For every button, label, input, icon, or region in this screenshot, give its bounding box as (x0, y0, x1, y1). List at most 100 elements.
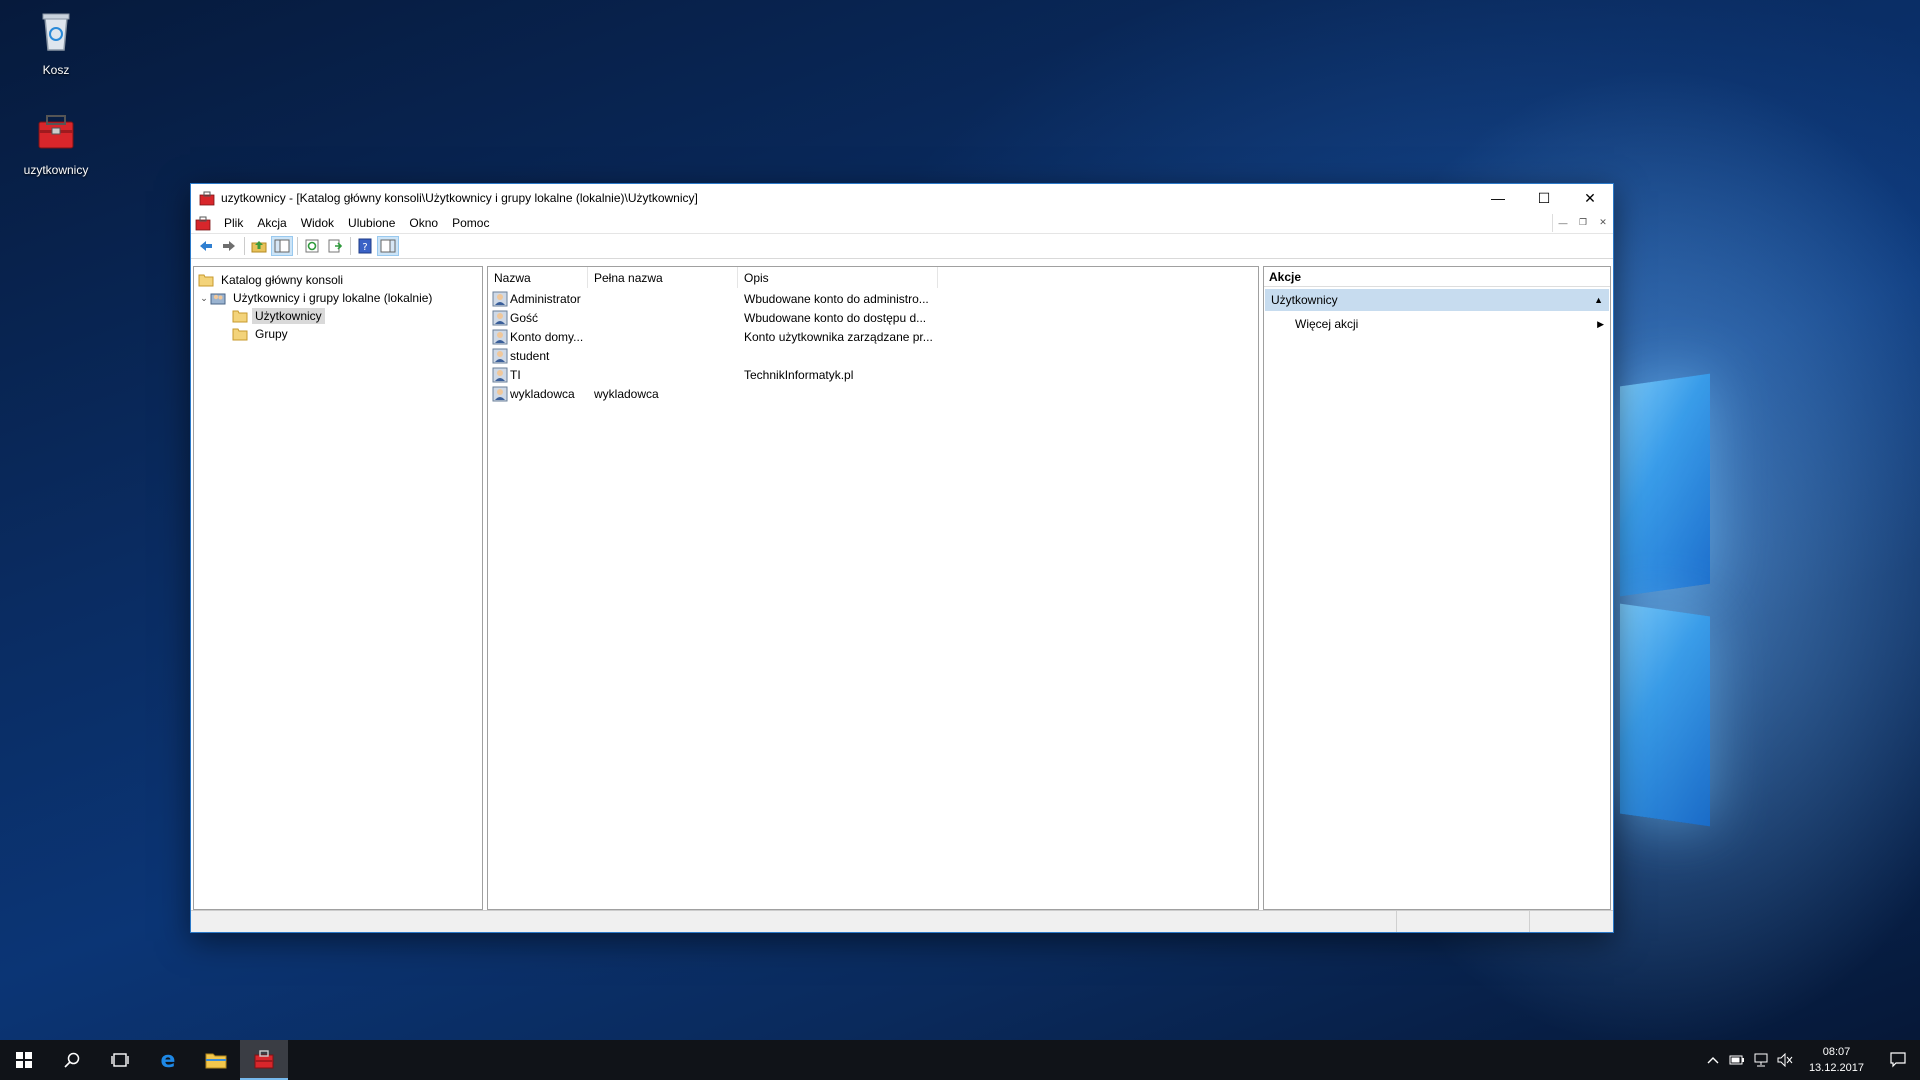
chevron-down-icon[interactable]: ⌄ (198, 293, 210, 304)
network-icon (1754, 1053, 1768, 1067)
taskbar-uzytkownicy-button[interactable] (240, 1040, 288, 1080)
toolbox-icon (38, 115, 74, 149)
network-icon[interactable] (1749, 1040, 1773, 1080)
menu-plik[interactable]: Plik (217, 212, 250, 234)
cell-name: Gość (510, 310, 539, 325)
up-level-button[interactable] (248, 236, 270, 256)
minimize-button[interactable]: — (1475, 184, 1521, 212)
table-row[interactable]: Administrator Wbudowane konto do adminis… (488, 289, 1258, 308)
action-more-actions[interactable]: Więcej akcji ▶ (1264, 313, 1610, 335)
user-icon (492, 386, 508, 401)
user-icon (492, 348, 508, 363)
cell-name: wykladowca (510, 386, 575, 401)
toolbox-icon (199, 191, 215, 206)
actions-section-label: Użytkownicy (1271, 293, 1338, 307)
back-button[interactable] (195, 236, 217, 256)
menu-bar: Plik Akcja Widok Ulubione Okno Pomoc — ❐… (191, 212, 1613, 234)
svg-text:e: e (161, 1049, 176, 1071)
actions-section-uzytkownicy[interactable]: Użytkownicy ▲ (1265, 289, 1609, 311)
menu-okno[interactable]: Okno (402, 212, 445, 234)
clock-date: 13.12.2017 (1808, 1062, 1864, 1074)
battery-icon[interactable] (1725, 1040, 1749, 1080)
arrow-left-icon (200, 241, 212, 251)
mdi-close-button[interactable]: ✕ (1593, 214, 1613, 232)
mmc-window: uzytkownicy - [Katalog główny konsoli\Uż… (190, 183, 1614, 933)
search-icon (64, 1052, 80, 1068)
start-button[interactable] (0, 1040, 48, 1080)
chevron-up-icon (1707, 1057, 1719, 1064)
user-icon (492, 367, 508, 382)
desktop-icon-label: uzytkownicy (23, 163, 89, 177)
show-hide-tree-button[interactable] (271, 236, 293, 256)
column-header-opis[interactable]: Opis (738, 267, 938, 288)
folder-icon (198, 274, 214, 287)
result-list: Nazwa Pełna nazwa Opis Administrator Wbu… (487, 266, 1259, 910)
menu-pomoc[interactable]: Pomoc (445, 212, 496, 234)
table-row[interactable]: student (488, 346, 1258, 365)
mdi-minimize-button[interactable]: — (1553, 214, 1573, 232)
search-button[interactable] (48, 1040, 96, 1080)
tree-item-local-users-groups[interactable]: ⌄ Użytkownicy i grupy lokalne (lokalnie) (194, 289, 482, 307)
maximize-button[interactable]: ☐ (1521, 184, 1567, 212)
collapse-up-icon[interactable]: ▲ (1594, 295, 1603, 305)
show-hide-action-pane-button[interactable] (377, 236, 399, 256)
close-button[interactable]: ✕ (1567, 184, 1613, 212)
refresh-icon (305, 239, 319, 253)
edge-button[interactable]: e (144, 1040, 192, 1080)
actions-header: Akcje (1264, 267, 1610, 287)
toolbox-icon (254, 1050, 274, 1069)
folder-icon (232, 310, 248, 323)
user-icon (492, 329, 508, 344)
help-button[interactable]: ? (354, 236, 376, 256)
refresh-button[interactable] (301, 236, 323, 256)
table-row[interactable]: wykladowca wykladowca (488, 384, 1258, 403)
column-header-nazwa[interactable]: Nazwa (488, 267, 588, 288)
user-icon (492, 291, 508, 306)
window-titlebar[interactable]: uzytkownicy - [Katalog główny konsoli\Uż… (191, 184, 1613, 212)
column-header-pelna-nazwa[interactable]: Pełna nazwa (588, 267, 738, 288)
taskbar: e 08:07 13.12.2017 (0, 1040, 1920, 1080)
tree-item-grupy[interactable]: Grupy (194, 325, 482, 343)
volume-muted-icon[interactable] (1773, 1040, 1797, 1080)
chevron-right-icon: ▶ (1597, 318, 1604, 329)
show-hidden-icons-button[interactable] (1701, 1040, 1725, 1080)
desktop-icon-recycle-bin[interactable]: Kosz (11, 8, 101, 77)
cell-description: Wbudowane konto do administro... (744, 291, 929, 306)
windows-wallpaper-logo (1600, 360, 1920, 840)
actions-pane: Akcje Użytkownicy ▲ Więcej akcji ▶ (1263, 266, 1611, 910)
cell-name: TI (510, 367, 521, 382)
system-tray: 08:07 13.12.2017 (1701, 1040, 1920, 1080)
tree-item-label: Katalog główny konsoli (221, 273, 344, 287)
action-center-button[interactable] (1876, 1040, 1920, 1080)
task-view-button[interactable] (96, 1040, 144, 1080)
folder-icon (232, 328, 248, 341)
clock[interactable]: 08:07 13.12.2017 (1797, 1044, 1876, 1076)
export-list-button[interactable] (324, 236, 346, 256)
task-view-icon (111, 1053, 129, 1067)
table-row[interactable]: TI TechnikInformatyk.pl (488, 365, 1258, 384)
users-groups-icon (210, 293, 226, 305)
tree-item-label: Użytkownicy (252, 308, 325, 324)
table-row[interactable]: Konto domy... Konto użytkownika zarządza… (488, 327, 1258, 346)
table-row[interactable]: Gość Wbudowane konto do dostępu d... (488, 308, 1258, 327)
tree-item-uzytkownicy[interactable]: Użytkownicy (194, 307, 482, 325)
status-bar (191, 910, 1613, 932)
notification-icon (1890, 1052, 1906, 1068)
desktop-icon-uzytkownicy[interactable]: uzytkownicy (11, 108, 101, 177)
menu-widok[interactable]: Widok (294, 212, 341, 234)
tree-item-label: Grupy (255, 327, 288, 341)
tree-item-root[interactable]: Katalog główny konsoli (194, 271, 482, 289)
svg-text:?: ? (362, 242, 367, 253)
menu-akcja[interactable]: Akcja (250, 212, 293, 234)
battery-icon (1729, 1055, 1744, 1065)
cell-description: Wbudowane konto do dostępu d... (744, 310, 927, 325)
forward-button[interactable] (218, 236, 240, 256)
windows-icon (16, 1052, 32, 1068)
edge-icon: e (161, 1049, 176, 1071)
folder-icon (205, 1053, 227, 1069)
file-explorer-button[interactable] (192, 1040, 240, 1080)
cell-description: TechnikInformatyk.pl (744, 367, 854, 382)
menu-ulubione[interactable]: Ulubione (341, 212, 402, 234)
window-title: uzytkownicy - [Katalog główny konsoli\Uż… (221, 191, 698, 205)
mdi-restore-button[interactable]: ❐ (1573, 214, 1593, 232)
